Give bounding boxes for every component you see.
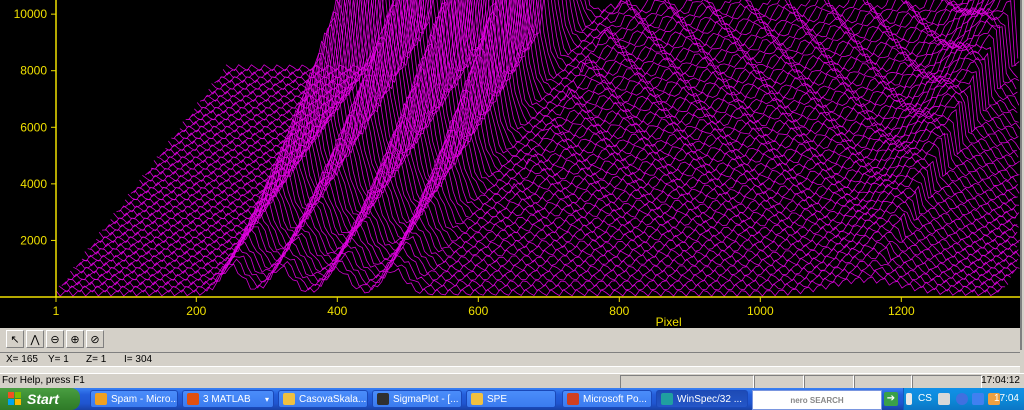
folder-icon bbox=[471, 393, 483, 405]
spectrum-trace bbox=[58, 258, 1003, 293]
winspec-icon bbox=[661, 393, 673, 405]
start-button[interactable]: Start bbox=[0, 388, 80, 410]
folder-icon bbox=[283, 393, 295, 405]
x-axis-label: Pixel bbox=[656, 315, 682, 328]
nero-search-logo: nero SEARCH bbox=[790, 395, 844, 405]
spectrum-trace bbox=[147, 22, 1020, 175]
task-button-matlab[interactable]: 3 MATLAB ▾ bbox=[182, 390, 274, 408]
task-button-powerpoint[interactable]: Microsoft Po... bbox=[562, 390, 652, 408]
task-button-sigmaplot[interactable]: SigmaPlot - [... bbox=[372, 390, 462, 408]
coord-y: Y= 1 bbox=[48, 354, 69, 365]
x-tick-label: 600 bbox=[468, 304, 488, 318]
go-arrow-icon[interactable]: ➔ bbox=[884, 392, 898, 406]
task-label: SPE bbox=[487, 393, 508, 405]
status-panel bbox=[912, 375, 982, 389]
start-label: Start bbox=[27, 391, 59, 407]
outlook-icon bbox=[95, 393, 107, 405]
taskbar: Start Spam - Micro... 3 MATLAB ▾ CasovaS… bbox=[0, 388, 1024, 410]
zoom-in-icon[interactable]: ⊕ bbox=[66, 330, 84, 348]
matlab-icon bbox=[187, 393, 199, 405]
clock: 17:04 bbox=[993, 393, 1019, 404]
sigmaplot-icon bbox=[377, 393, 389, 405]
task-button-spe[interactable]: SPE bbox=[466, 390, 556, 408]
peak-icon[interactable]: ⋀ bbox=[26, 330, 44, 348]
coord-x: X= 165 bbox=[6, 354, 38, 365]
winspec-app: 2000 4000 6000 8000 10000 1 200 400 600 800 1000 12… bbox=[0, 0, 1024, 410]
task-label: Spam - Micro... bbox=[111, 393, 178, 405]
chevron-down-icon: ▾ bbox=[264, 394, 269, 404]
cursor-icon[interactable]: ↖ bbox=[6, 330, 24, 348]
task-button-winspec[interactable]: WinSpec/32 ... bbox=[656, 390, 748, 408]
x-tick-label: 1 bbox=[53, 304, 60, 318]
network-icon[interactable] bbox=[972, 393, 984, 405]
status-time: 17:04:12 bbox=[981, 375, 1020, 386]
y-tick-label: 8000 bbox=[20, 64, 47, 78]
tray-arrow-icon[interactable] bbox=[906, 393, 912, 405]
status-panel bbox=[754, 375, 804, 389]
windows-flag-icon bbox=[8, 392, 21, 405]
task-label: CasovaSkala... bbox=[299, 393, 367, 405]
y-tick-label: 2000 bbox=[20, 233, 47, 247]
x-tick-label: 800 bbox=[609, 304, 629, 318]
y-tick-label: 10000 bbox=[14, 7, 48, 21]
system-tray: CS 17:04 bbox=[903, 388, 1024, 410]
y-tick-label: 4000 bbox=[20, 177, 47, 191]
status-panel bbox=[620, 375, 754, 389]
language-indicator[interactable]: CS bbox=[918, 393, 932, 404]
plot-area[interactable]: 2000 4000 6000 8000 10000 1 200 400 600 800 1000 12… bbox=[0, 0, 1020, 328]
task-button-casovaskala[interactable]: CasovaSkala... bbox=[278, 390, 368, 408]
task-label: WinSpec/32 ... bbox=[677, 393, 743, 405]
status-help-text: For Help, press F1 bbox=[2, 375, 85, 386]
task-label: SigmaPlot - [... bbox=[393, 393, 459, 405]
back-arrow-icon[interactable] bbox=[956, 393, 968, 405]
status-panel bbox=[854, 375, 912, 389]
plot-toolbar: ↖ ⋀ ⊖ ⊕ ⊘ bbox=[6, 330, 104, 348]
task-button-spam[interactable]: Spam - Micro... bbox=[90, 390, 178, 408]
spectrum-trace bbox=[73, 228, 1017, 274]
zoom-reset-icon[interactable]: ⊘ bbox=[86, 330, 104, 348]
spectrum-trace bbox=[102, 158, 1017, 236]
plot-window: 2000 4000 6000 8000 10000 1 200 400 600 800 1000 12… bbox=[0, 0, 1022, 350]
coordinate-readout: X= 165 Y= 1 Z= 1 I= 304 bbox=[0, 352, 1020, 367]
task-label: 3 MATLAB bbox=[203, 393, 251, 405]
spectrum-waterfall-chart[interactable]: 2000400060008000100001 200 400 600 800 1000 12… bbox=[0, 0, 1020, 328]
y-tick-label: 6000 bbox=[20, 120, 47, 134]
powerpoint-icon bbox=[567, 393, 579, 405]
x-tick-label: 1200 bbox=[888, 304, 915, 318]
x-tick-label: 200 bbox=[186, 304, 206, 318]
keyboard-icon[interactable] bbox=[938, 393, 950, 405]
status-panel bbox=[804, 375, 854, 389]
nero-search-box[interactable]: nero SEARCH bbox=[752, 390, 882, 410]
task-label: Microsoft Po... bbox=[583, 393, 647, 405]
coord-intensity: I= 304 bbox=[124, 354, 153, 365]
coord-z: Z= 1 bbox=[86, 354, 107, 365]
horizontal-scrollbar[interactable] bbox=[0, 366, 1020, 373]
zoom-out-icon[interactable]: ⊖ bbox=[46, 330, 64, 348]
status-bar: For Help, press F1 17:04:12 bbox=[0, 373, 1024, 389]
x-tick-label: 1000 bbox=[747, 304, 774, 318]
x-tick-label: 400 bbox=[327, 304, 347, 318]
